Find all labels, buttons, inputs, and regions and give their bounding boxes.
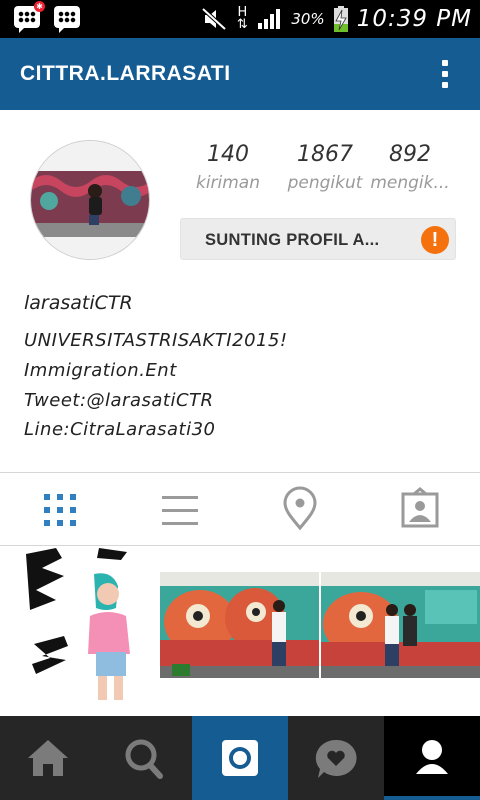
nav-profile[interactable] xyxy=(384,716,480,800)
warning-icon: ! xyxy=(421,226,449,254)
avatar-photo xyxy=(31,141,149,259)
app-bar: CITTRA.LARRASATI xyxy=(0,38,480,110)
bio-line: Immigration.Ent xyxy=(24,360,177,381)
nav-camera[interactable] xyxy=(192,716,288,800)
bottom-navigation xyxy=(0,716,480,800)
home-icon xyxy=(28,740,68,776)
profile-avatar[interactable] xyxy=(30,140,150,260)
mute-icon xyxy=(201,7,227,31)
overflow-menu-icon[interactable] xyxy=(442,60,450,90)
tagged-photos-icon xyxy=(401,487,439,528)
camera-icon xyxy=(222,740,258,776)
photo-thumbnail[interactable] xyxy=(321,572,480,678)
bio-line: Tweet:@larasatiCTR xyxy=(24,390,214,411)
battery-charging-icon xyxy=(333,6,348,32)
bio-line: Line:CitraLarasati30 xyxy=(24,419,216,440)
grid-icon xyxy=(44,494,76,526)
location-view-tab[interactable] xyxy=(270,482,330,538)
edit-profile-button[interactable]: SUNTING PROFIL A... ! xyxy=(180,218,456,260)
edit-profile-label: SUNTING PROFIL A... xyxy=(205,231,380,249)
network-type-icon: H ⇅ xyxy=(236,5,248,32)
list-icon xyxy=(162,496,198,525)
following-value: 892 xyxy=(389,142,431,167)
followers-count[interactable]: 1867 pengikut xyxy=(275,142,375,193)
bbm-icon xyxy=(54,6,80,33)
nav-activity[interactable] xyxy=(288,716,384,800)
location-pin-icon xyxy=(283,486,317,531)
profile-icon xyxy=(416,740,448,774)
photo-image xyxy=(160,572,319,678)
nav-home[interactable] xyxy=(0,716,96,800)
bbm-notification-icon: ✱ xyxy=(14,1,45,33)
nav-search[interactable] xyxy=(96,716,192,800)
following-count[interactable]: 892 mengik... xyxy=(364,142,456,193)
posts-count[interactable]: 140 kiriman xyxy=(188,142,268,193)
photo-thumbnail[interactable] xyxy=(24,546,134,706)
signal-icon xyxy=(258,9,281,29)
posts-value: 140 xyxy=(207,142,249,167)
activity-heart-icon xyxy=(315,739,357,778)
following-label: mengik... xyxy=(370,173,450,193)
photo-image xyxy=(321,572,480,678)
photo-image xyxy=(24,546,134,706)
battery-percent: 30% xyxy=(291,10,325,28)
followers-label: pengikut xyxy=(287,173,363,193)
list-view-tab[interactable] xyxy=(150,482,210,538)
followers-value: 1867 xyxy=(297,142,353,167)
divider xyxy=(0,472,480,473)
bio-line: UNIVERSITASTRISAKTI2015! xyxy=(24,330,288,351)
photo-thumbnail[interactable] xyxy=(160,572,319,678)
clock: 10:39 PM xyxy=(356,6,472,32)
search-icon xyxy=(125,739,163,779)
status-bar: ✱ H ⇅ 30% 10:39 PM xyxy=(0,0,480,38)
tagged-view-tab[interactable] xyxy=(390,482,450,538)
posts-label: kiriman xyxy=(195,173,261,193)
grid-view-tab[interactable] xyxy=(30,482,90,538)
profile-username-title: CITTRA.LARRASATI xyxy=(20,62,231,85)
profile-display-name: larasatiCTR xyxy=(24,292,133,314)
